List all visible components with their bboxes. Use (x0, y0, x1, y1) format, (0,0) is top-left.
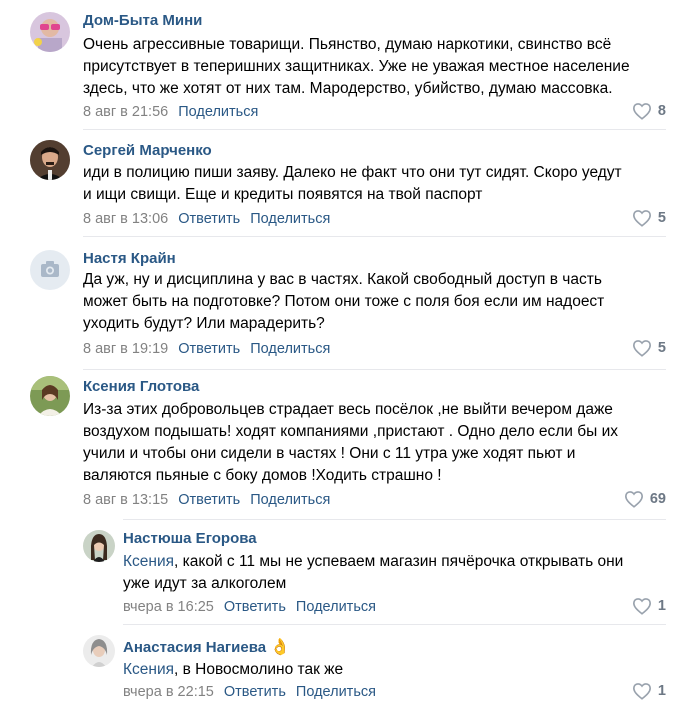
reply-text: Ксения, в Новосмолино так же (123, 659, 343, 681)
comment-meta: 8 авг в 19:19 Ответить Поделиться (83, 341, 330, 357)
reply-date[interactable]: вчера в 22:15 (123, 684, 214, 700)
like-count: 5 (657, 340, 666, 356)
comment-date[interactable]: 8 авг в 21:56 (83, 104, 168, 120)
avatar[interactable] (30, 376, 70, 416)
comment-line: воздухом подышать! ходят компаниями ,при… (83, 423, 618, 440)
reply-date[interactable]: вчера в 16:25 (123, 599, 214, 615)
like-button[interactable]: 5 (632, 339, 666, 357)
comment-text: иди в полицию пиши заяву. Далеко не факт… (83, 162, 622, 206)
comment-line: валяются пьяные с боку домов !Ходить стр… (83, 467, 442, 484)
like-count: 5 (657, 210, 666, 226)
avatar[interactable] (30, 12, 70, 52)
reply-link[interactable]: Ответить (178, 492, 240, 508)
comment: Дом-Быта Мини Очень агрессивные товарищи… (0, 0, 686, 130)
comment-meta: 8 авг в 21:56 Поделиться (83, 104, 258, 120)
like-button[interactable]: 1 (632, 597, 666, 615)
ok-hand-icon: 👌 (270, 639, 291, 656)
comment-author[interactable]: Настя Крайн (83, 250, 176, 267)
comment-line: Из-за этих добровольцев страдает весь по… (83, 401, 613, 418)
share-link[interactable]: Поделиться (250, 341, 330, 357)
reply-to-link[interactable]: Ксения (123, 661, 174, 678)
comment-line: уходить будут? Или марадерить? (83, 315, 325, 332)
avatar[interactable] (30, 140, 70, 180)
like-button[interactable]: 1 (632, 682, 666, 700)
like-button[interactable]: 8 (632, 102, 666, 120)
reply-to-link[interactable]: Ксения (123, 553, 174, 570)
heart-icon (624, 491, 643, 508)
comment-meta: 8 авг в 13:06 Ответить Поделиться (83, 211, 330, 227)
like-count: 1 (657, 598, 666, 614)
reply-text: Ксения, какой с 11 мы не успеваем магази… (123, 551, 623, 595)
comment-line: здесь, что же хотят от них там. Мародерс… (83, 80, 613, 97)
like-button[interactable]: 5 (632, 209, 666, 227)
reply-link[interactable]: Ответить (224, 684, 286, 700)
avatar[interactable] (30, 250, 70, 290)
share-link[interactable]: Поделиться (178, 104, 258, 120)
comment-line: учили и чтобы они сидели в частях ! Они … (83, 445, 576, 462)
comment-line: Ксения, в Новосмолино так же (123, 659, 343, 681)
heart-icon (632, 340, 651, 357)
reply-link[interactable]: Ответить (224, 599, 286, 615)
comment-author[interactable]: Дом-Быта Мини (83, 12, 202, 29)
comment-line: присутствует в теперишних защитниках. Уж… (83, 58, 630, 75)
reply-author[interactable]: Настюша Егорова (123, 530, 257, 547)
comment-text: Очень агрессивные товарищи. Пьянство, ду… (83, 34, 630, 100)
heart-icon (632, 210, 651, 227)
comment: Ксения Глотова Из-за этих добровольцев с… (0, 370, 686, 520)
reply-link[interactable]: Ответить (178, 211, 240, 227)
avatar[interactable] (83, 530, 115, 562)
share-link[interactable]: Поделиться (296, 684, 376, 700)
reply-author[interactable]: Анастасия Нагиева 👌 (123, 637, 290, 657)
like-count: 69 (649, 491, 666, 507)
reply-comment: Настюша Егорова Ксения, какой с 11 мы не… (0, 520, 686, 625)
comment-line: иди в полицию пиши заяву. Далеко не факт… (83, 164, 622, 181)
comment-line: уже идут за алкоголем (123, 575, 287, 592)
comment: Настя Крайн Да уж, ну и дисциплина у вас… (0, 240, 686, 370)
separator (83, 236, 666, 237)
comment-line: может быть на подготовке? Потом они тоже… (83, 293, 605, 310)
like-count: 1 (657, 683, 666, 699)
comment-text: Да уж, ну и дисциплина у вас в частях. К… (83, 269, 604, 335)
comment: Сергей Марченко иди в полицию пиши заяву… (0, 130, 686, 240)
reply-text-rest: , какой с 11 мы не успеваем магазин пячё… (174, 553, 624, 570)
comment-text: Из-за этих добровольцев страдает весь по… (83, 399, 618, 487)
comment-date[interactable]: 8 авг в 13:15 (83, 492, 168, 508)
heart-icon (632, 683, 651, 700)
comment-author[interactable]: Сергей Марченко (83, 142, 212, 159)
comment-line: Ксения, какой с 11 мы не успеваем магази… (123, 551, 623, 573)
reply-link[interactable]: Ответить (178, 341, 240, 357)
reply-author-name[interactable]: Анастасия Нагиева (123, 639, 266, 656)
comment-date[interactable]: 8 авг в 13:06 (83, 211, 168, 227)
reply-comment: Анастасия Нагиева 👌 Ксения, в Новосмолино… (0, 625, 686, 712)
comment-meta: 8 авг в 13:15 Ответить Поделиться (83, 492, 330, 508)
comment-line: Да уж, ну и дисциплина у вас в частях. К… (83, 271, 602, 288)
reply-meta: вчера в 16:25 Ответить Поделиться (123, 599, 376, 615)
avatar[interactable] (83, 635, 115, 667)
share-link[interactable]: Поделиться (296, 599, 376, 615)
reply-meta: вчера в 22:15 Ответить Поделиться (123, 684, 376, 700)
comment-author[interactable]: Ксения Глотова (83, 378, 199, 395)
comment-line: Очень агрессивные товарищи. Пьянство, ду… (83, 36, 612, 53)
reply-text-rest: , в Новосмолино так же (174, 661, 344, 678)
share-link[interactable]: Поделиться (250, 492, 330, 508)
share-link[interactable]: Поделиться (250, 211, 330, 227)
like-button[interactable]: 69 (624, 490, 666, 508)
heart-icon (632, 103, 651, 120)
heart-icon (632, 598, 651, 615)
comment-date[interactable]: 8 авг в 19:19 (83, 341, 168, 357)
comment-line: и ищи свищи. Еще и кредиты появятся на т… (83, 186, 483, 203)
like-count: 8 (657, 103, 666, 119)
